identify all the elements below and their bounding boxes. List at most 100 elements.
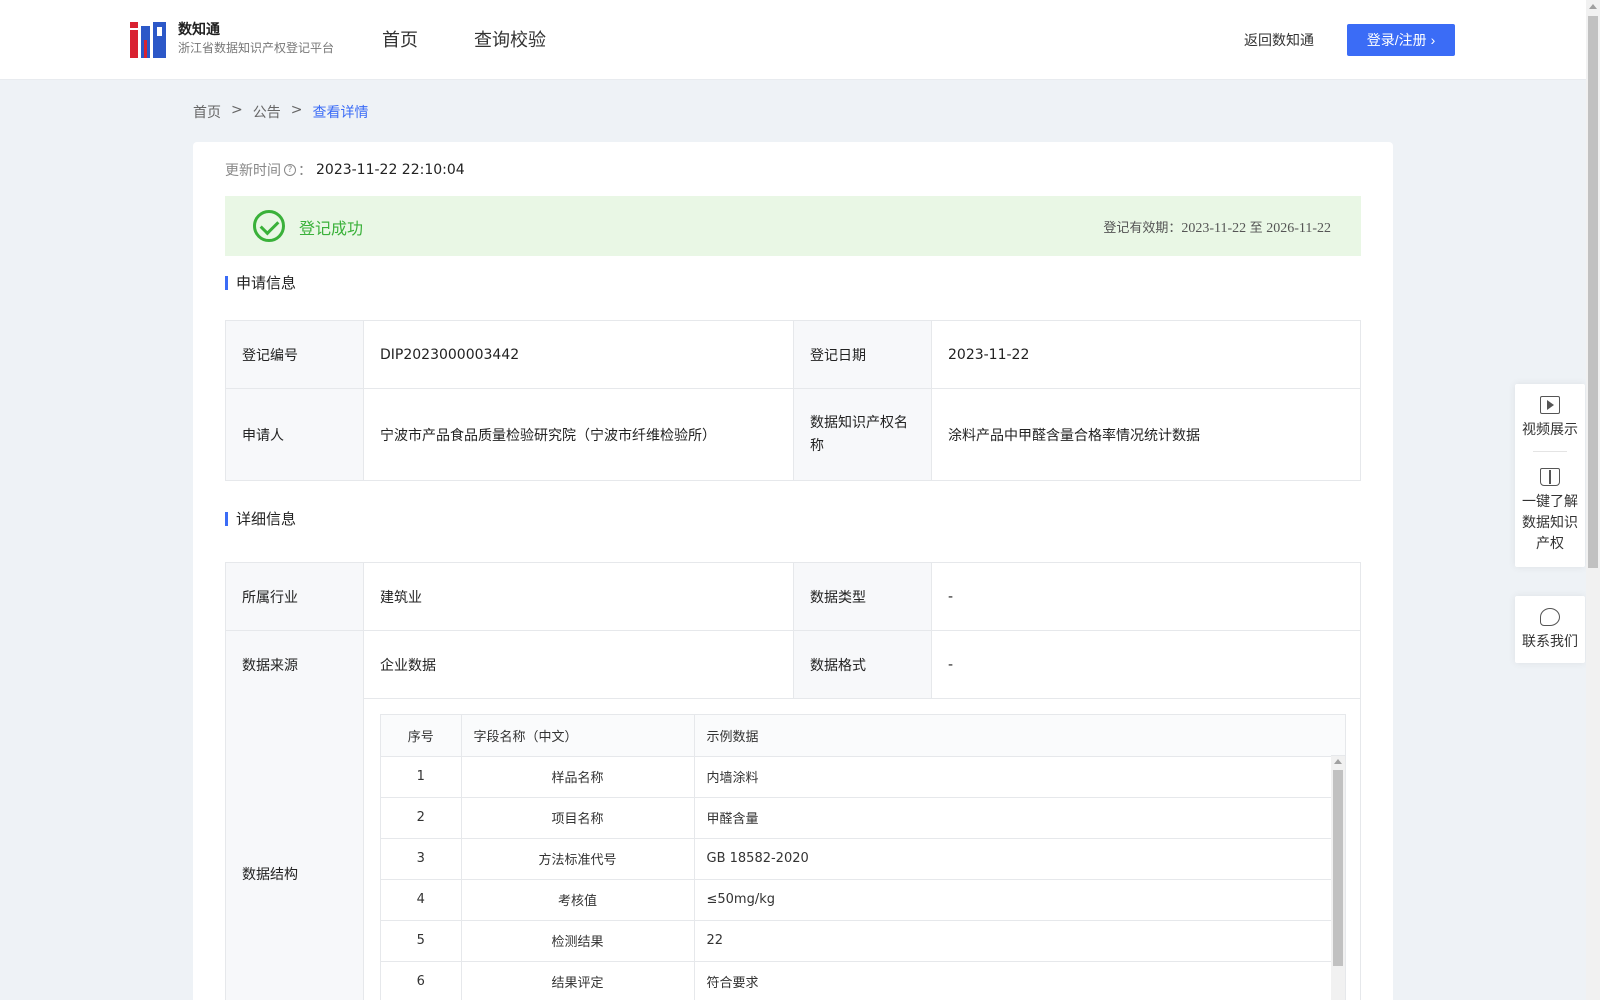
chevron-right-icon: › [1430,32,1436,48]
section-accent-bar [225,511,228,526]
status-banner: 登记成功 登记有效期：2023-11-22 至 2026-11-22 [225,196,1361,256]
cell-index: 2 [381,797,462,839]
column-header: 字段名称（中文） [461,715,695,757]
contact-us-label: 联系我们 [1522,634,1578,650]
phone-icon [1540,608,1560,626]
cell-index: 5 [381,920,462,962]
validity-period: 登记有效期：2023-11-22 至 2026-11-22 [1103,217,1331,237]
login-register-button[interactable]: 登录/注册 › [1347,24,1455,56]
cell-index: 1 [381,756,462,798]
field-key: 所属行业 [225,562,364,631]
section-application-title: 申请信息 [236,274,297,292]
breadcrumb: 首页 > 公告 > 查看详情 [193,102,368,122]
table-header-filler [1331,715,1345,756]
field-value: DIP2023000003442 [363,320,794,389]
table-row: 数据来源 企业数据 数据格式 - [225,630,1361,699]
video-showcase-label: 视频展示 [1522,422,1578,438]
column-header: 示例数据 [694,715,1333,757]
field-value: 宁波市产品食品质量检验研究院（宁波市纤维检验所） [363,388,794,481]
table-row: 5 检测结果 22 [381,920,1333,962]
validity-end: 2026-11-22 [1266,221,1331,236]
nav-query-verify[interactable]: 查询校验 [474,26,546,52]
update-time-colon: ： [298,163,312,179]
cell-sample: 22 [694,920,1333,962]
application-info-table: 登记编号 DIP2023000003442 登记日期 2023-11-22 申请… [225,320,1361,481]
update-time-label: 更新时间 [225,163,281,179]
data-structure-label: 数据结构 [242,867,298,883]
cell-field-name: 样品名称 [461,756,695,798]
field-key: 数据来源 [225,630,364,699]
data-structure-row: 数据结构 序号 字段名称（中文） 示例数据 1 样品名称 内墙涂料 2 项目名称… [225,698,1361,1000]
field-key: 数据知识产权名称 [793,388,932,481]
cell-field-name: 检测结果 [461,920,695,962]
detail-card: 更新时间 ? ： 2023-11-22 22:10:04 登记成功 登记有效期：… [193,142,1393,1000]
book-icon [1540,468,1560,486]
cell-sample: 符合要求 [694,961,1333,1000]
learn-data-ip-button[interactable]: 一键了解数据知识产权 [1515,452,1585,567]
cell-field-name: 考核值 [461,879,695,921]
field-value: 建筑业 [363,562,794,631]
field-key: 登记日期 [793,320,932,389]
breadcrumb-current: 查看详情 [312,105,369,121]
table-row: 1 样品名称 内墙涂料 [381,756,1333,798]
cell-index: 4 [381,879,462,921]
site-logo[interactable]: 数知通 浙江省数据知识产权登记平台 [130,20,334,58]
page-scrollbar[interactable] [1586,0,1600,1000]
login-button-label: 登录/注册 [1366,32,1427,48]
table-row: 2 项目名称 甲醛含量 [381,797,1333,839]
back-to-shuzhitong-link[interactable]: 返回数知通 [1244,30,1314,50]
detail-info-table: 所属行业 建筑业 数据类型 - 数据来源 企业数据 数据格式 - [225,562,1361,699]
breadcrumb-announcement[interactable]: 公告 [253,102,281,122]
validity-label: 登记有效期： [1103,221,1182,236]
field-key: 登记编号 [225,320,364,389]
video-icon [1540,396,1560,414]
field-key: 申请人 [225,388,364,481]
update-time-value: 2023-11-22 22:10:04 [316,162,465,178]
cell-index: 3 [381,838,462,880]
nav-home[interactable]: 首页 [382,26,418,52]
contact-panel: 联系我们 [1515,596,1585,663]
logo-mark-icon [130,20,166,58]
cell-field-name: 方法标准代号 [461,838,695,880]
table-row: 所属行业 建筑业 数据类型 - [225,562,1361,631]
scroll-up-icon[interactable] [1334,759,1342,764]
scroll-thumb[interactable] [1333,770,1343,966]
check-circle-icon [253,210,285,242]
table-row: 申请人 宁波市产品食品质量检验研究院（宁波市纤维检验所） 数据知识产权名称 涂料… [225,388,1361,481]
logo-title: 数知通 [178,22,220,38]
logo-subtitle: 浙江省数据知识产权登记平台 [178,41,335,55]
section-detail-title: 详细信息 [236,510,297,528]
field-value: 涂料产品中甲醛含量合格率情况统计数据 [931,388,1361,481]
breadcrumb-separator: > [290,102,303,118]
table-scrollbar[interactable] [1331,756,1345,1000]
field-value: 2023-11-22 [931,320,1361,389]
data-structure-table[interactable]: 序号 字段名称（中文） 示例数据 1 样品名称 内墙涂料 2 项目名称 甲醛含量 [380,714,1346,1000]
field-key: 数据格式 [793,630,932,699]
contact-us-button[interactable]: 联系我们 [1515,596,1585,663]
section-detail-info: 详细信息 [225,508,296,529]
video-showcase-button[interactable]: 视频展示 [1515,384,1585,451]
breadcrumb-home[interactable]: 首页 [193,102,221,122]
table-row: 登记编号 DIP2023000003442 登记日期 2023-11-22 [225,320,1361,389]
cell-sample: GB 18582-2020 [694,838,1333,880]
scroll-thumb[interactable] [1588,16,1598,568]
scroll-up-icon[interactable] [1589,4,1597,9]
side-help-panel: 视频展示 一键了解数据知识产权 [1515,384,1585,567]
breadcrumb-separator: > [231,102,243,118]
help-icon[interactable]: ? [284,164,296,176]
table-row: 3 方法标准代号 GB 18582-2020 [381,838,1333,880]
field-value: 企业数据 [363,630,794,699]
table-row: 4 考核值 ≤50mg/kg [381,879,1333,921]
update-time: 更新时间 ? ： 2023-11-22 22:10:04 [225,160,465,180]
field-value: - [931,630,1361,699]
cell-sample: 内墙涂料 [694,756,1333,798]
section-accent-bar [225,275,228,290]
field-value: - [931,562,1361,631]
top-header: 数知通 浙江省数据知识产权登记平台 首页 查询校验 返回数知通 登录/注册 › [0,0,1586,80]
column-header: 序号 [381,715,462,757]
learn-data-ip-label: 一键了解数据知识产权 [1522,494,1578,552]
cell-sample: 甲醛含量 [694,797,1333,839]
cell-sample: ≤50mg/kg [694,879,1333,921]
status-text: 登记成功 [299,219,364,238]
cell-field-name: 结果评定 [461,961,695,1000]
